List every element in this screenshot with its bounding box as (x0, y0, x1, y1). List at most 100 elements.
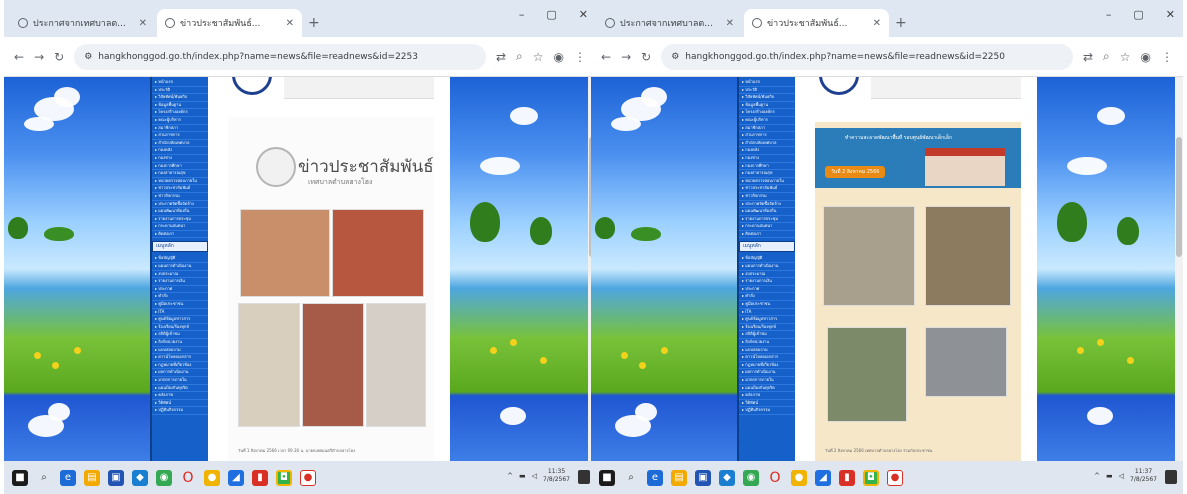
app-icon[interactable]: ◆ (719, 469, 735, 486)
zoom-icon[interactable]: ⌕ (1103, 49, 1110, 64)
sidebar-menu-item[interactable]: มาตรการภายใน (739, 377, 795, 385)
sidebar-menu-item[interactable]: แผนการดำเนินงาน (739, 263, 795, 271)
sidebar-menu-item[interactable]: ลิงก์หน่วยงาน (152, 339, 208, 347)
sidebar-menu-item[interactable]: ศูนย์ข้อมูลข่าวสาร (152, 316, 208, 324)
sidebar-menu-item[interactable]: วีดิทัศน์ (152, 400, 208, 408)
sidebar-menu-item[interactable]: ข่าวประชาสัมพันธ์ (152, 185, 208, 193)
sidebar-menu-item[interactable]: คู่มือประชาชน (152, 301, 208, 309)
sidebar-menu-item[interactable]: ข้อบัญญัติ (152, 255, 208, 264)
sidebar-menu-item[interactable]: ประกาศ (152, 286, 208, 294)
address-bar[interactable]: ⚙ hangkhonggod.go.th/index.php?name=news… (74, 43, 486, 70)
sidebar-menu-item[interactable]: ผลการดำเนินงาน (739, 369, 795, 377)
edge-icon[interactable]: e (647, 469, 663, 486)
sidebar-menu-item[interactable]: ประวัติ (152, 87, 208, 95)
chrome-icon[interactable]: ◉ (156, 469, 172, 486)
close-window-icon[interactable]: ✕ (1166, 8, 1175, 21)
sidebar-menu-item[interactable]: กองสาธารณสุข (152, 170, 208, 178)
sidebar-menu-item[interactable]: วิสัยทัศน์/พันธกิจ (152, 94, 208, 102)
site-info-icon[interactable]: ⚙ (84, 52, 92, 62)
sidebar-menu-item[interactable]: รายงานการเงิน (739, 278, 795, 286)
sidebar-menu-item[interactable]: คลังภาพ (739, 392, 795, 400)
sidebar-menu-item[interactable]: หน้าแรก (152, 79, 208, 87)
store-icon[interactable]: ▣ (695, 469, 711, 486)
bookmark-star-icon[interactable]: ☆ (533, 50, 544, 64)
extension-icon[interactable]: ◉ (1141, 50, 1151, 64)
opera-icon[interactable]: O (180, 470, 196, 486)
back-icon[interactable]: ← (14, 50, 24, 64)
sidebar-menu-item[interactable]: กระดานสนทนา (739, 223, 795, 231)
sidebar-menu-item[interactable]: รายงานการประชุม (739, 216, 795, 224)
forward-icon[interactable]: → (34, 50, 44, 64)
browser-tab[interactable]: ประกาศจากเทศบาลต... ✕ (10, 9, 155, 37)
sidebar-menu-item[interactable]: ITA (739, 309, 795, 317)
sidebar-menu-item[interactable]: แผนป้องกันทุจริต (152, 385, 208, 393)
start-icon[interactable]: ■ (12, 469, 28, 486)
sidebar-menu-item[interactable]: แผนการดำเนินงาน (152, 263, 208, 271)
opera-icon[interactable]: O (767, 470, 783, 486)
sidebar-menu-item[interactable]: ส่วนราชการ (739, 132, 795, 140)
sidebar-menu-item[interactable]: คลังภาพ (152, 392, 208, 400)
translate-icon[interactable]: ⇄ (496, 50, 506, 64)
sidebar-menu-item[interactable]: ข้อบัญญัติ (739, 255, 795, 264)
network-icon[interactable]: ▬ (1106, 472, 1113, 480)
sidebar-menu-item[interactable]: ข้อมูลพื้นฐาน (739, 102, 795, 110)
sidebar-menu-item[interactable]: ประกาศจัดซื้อจัดจ้าง (152, 201, 208, 209)
network-icon[interactable]: ▬ (519, 472, 526, 480)
sidebar-menu-item[interactable]: ติดต่อเรา (152, 231, 208, 239)
sidebar-menu-item[interactable]: วิสัยทัศน์/พันธกิจ (739, 94, 795, 102)
sidebar-menu-item[interactable]: สำนักปลัดเทศบาล (739, 140, 795, 148)
sidebar-menu-item[interactable]: ประกาศ (739, 286, 795, 294)
app-icon[interactable]: ◢ (815, 469, 831, 486)
sidebar-menu-item[interactable]: กองคลัง (739, 147, 795, 155)
sidebar-menu-item[interactable]: สำนักปลัดเทศบาล (152, 140, 208, 148)
sidebar-menu-item[interactable]: แบบสอบถาม (152, 347, 208, 355)
browser-tab-active[interactable]: ข่าวประชาสัมพันธ์... ✕ (157, 9, 302, 37)
store-icon[interactable]: ▣ (108, 469, 124, 486)
sidebar-menu-item[interactable]: กองการศึกษา (739, 163, 795, 171)
sidebar-menu-item[interactable]: คำสั่ง (152, 293, 208, 302)
app-icon[interactable]: ◢ (228, 469, 244, 486)
search-icon[interactable]: ⌕ (623, 470, 639, 486)
sidebar-menu-item[interactable]: กองสาธารณสุข (739, 170, 795, 178)
back-icon[interactable]: ← (601, 50, 611, 64)
sidebar-menu-item[interactable]: คำสั่ง (739, 293, 795, 302)
close-window-icon[interactable]: ✕ (579, 8, 588, 21)
sidebar-menu-item[interactable]: ปฏิทินกิจกรรม (152, 407, 208, 415)
sidebar-menu-item[interactable]: ข่าวกิจกรรม (739, 193, 795, 201)
bookmark-star-icon[interactable]: ☆ (1120, 50, 1131, 64)
reload-icon[interactable]: ↻ (641, 50, 651, 64)
app-icon[interactable]: ◆ (132, 469, 148, 486)
sidebar-menu-item[interactable]: แผนพัฒนาท้องถิ่น (739, 208, 795, 216)
file-explorer-icon[interactable]: ▤ (671, 469, 687, 486)
sidebar-menu-item[interactable]: กองช่าง (152, 155, 208, 163)
sidebar-menu-item[interactable]: แผนป้องกันทุจริต (739, 385, 795, 393)
minimize-icon[interactable]: – (1106, 8, 1112, 21)
sidebar-menu-item[interactable]: คณะผู้บริหาร (739, 117, 795, 125)
sidebar-menu-item[interactable]: ดาวน์โหลดเอกสาร (739, 354, 795, 362)
sidebar-menu-item[interactable]: โครงสร้างองค์กร (152, 109, 208, 117)
app-icon[interactable]: ● (300, 469, 316, 486)
sidebar-menu-item[interactable]: มาตรการภายใน (152, 377, 208, 385)
search-icon[interactable]: ⌕ (36, 470, 52, 486)
sidebar-menu-item[interactable]: รายงานการประชุม (152, 216, 208, 224)
sidebar-menu-item[interactable]: วีดิทัศน์ (739, 400, 795, 408)
app-icon[interactable]: ▮ (252, 469, 268, 486)
maximize-icon[interactable]: ▢ (546, 8, 556, 21)
menu-kebab-icon[interactable]: ⋮ (1161, 50, 1173, 64)
start-icon[interactable]: ■ (599, 469, 615, 486)
clock[interactable]: 11:35 7/8/2567 (543, 468, 570, 484)
sidebar-menu-item[interactable]: ร้องเรียน/ร้องทุกข์ (739, 324, 795, 332)
sidebar-menu-item[interactable]: กฎหมายที่เกี่ยวข้อง (739, 362, 795, 370)
sidebar-menu-item[interactable]: หน่วยตรวจสอบภายใน (739, 178, 795, 186)
sidebar-menu-item[interactable]: สมาชิกสภา (152, 125, 208, 133)
reload-icon[interactable]: ↻ (54, 50, 64, 64)
translate-icon[interactable]: ⇄ (1083, 50, 1093, 64)
chrome-icon[interactable]: ◉ (743, 469, 759, 486)
sidebar-menu-item[interactable]: แผนพัฒนาท้องถิ่น (152, 208, 208, 216)
line-icon[interactable]: ◘ (863, 469, 879, 486)
sidebar-menu-item[interactable]: ศูนย์ข้อมูลข่าวสาร (739, 316, 795, 324)
sidebar-menu-item[interactable]: ประกาศจัดซื้อจัดจ้าง (739, 201, 795, 209)
sidebar-menu-item[interactable]: งบประมาณ (739, 271, 795, 279)
sidebar-menu-item[interactable]: ข่าวประชาสัมพันธ์ (739, 185, 795, 193)
maximize-icon[interactable]: ▢ (1133, 8, 1143, 21)
